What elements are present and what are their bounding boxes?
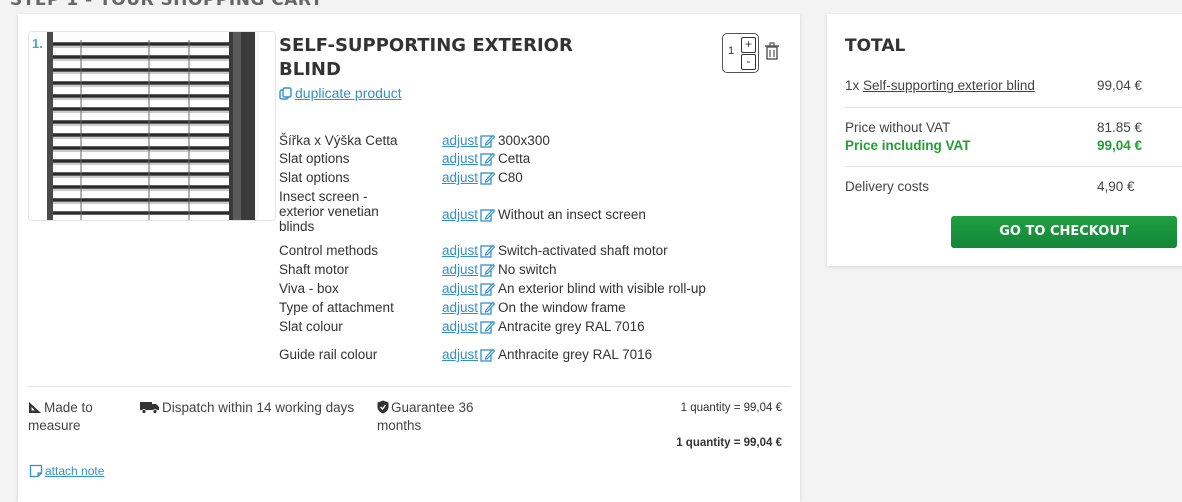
adjust-link[interactable]: adjust (442, 133, 478, 148)
line-product-link[interactable]: Self-supporting exterior blind (863, 78, 1035, 93)
adjust-link[interactable]: adjust (442, 347, 478, 362)
spec-value: No switch (498, 262, 557, 277)
edit-icon[interactable] (480, 152, 496, 166)
page-heading: STEP 1 - YOUR SHOPPING CART (10, 0, 323, 10)
feature-made-to-measure: Made to measure (28, 399, 138, 435)
spec-value: Antracite grey RAL 7016 (498, 319, 645, 334)
attach-note-label: attach note (45, 464, 105, 478)
spec-label: Slat colour (279, 319, 343, 334)
copy-icon (279, 86, 292, 100)
edit-icon[interactable] (480, 320, 496, 334)
edit-icon[interactable] (480, 282, 496, 296)
spec-value: Cetta (498, 151, 531, 166)
edit-icon[interactable] (480, 208, 496, 222)
adjust-link[interactable]: adjust (442, 281, 478, 296)
checkout-button[interactable]: GO TO CHECKOUT (951, 216, 1177, 248)
spec-value: An exterior blind with visible roll-up (498, 281, 706, 296)
spec-value: C80 (498, 170, 523, 185)
edit-icon[interactable] (480, 301, 496, 315)
spec-value: Switch-activated shaft motor (498, 243, 668, 258)
item-index: 1. (32, 36, 43, 51)
adjust-link[interactable]: adjust (442, 207, 478, 222)
note-icon (29, 464, 43, 478)
spec-value: Anthracite grey RAL 7016 (498, 347, 653, 362)
spec-value: Without an insect screen (498, 207, 646, 222)
quantity-value[interactable]: 1 (728, 45, 734, 57)
ruler-icon (29, 402, 41, 413)
truck-icon (140, 402, 159, 414)
adjust-link[interactable]: adjust (442, 151, 478, 166)
spec-value: 300x300 (498, 133, 550, 148)
duplicate-product-label: duplicate product (295, 85, 402, 101)
line-quantity: 1x (845, 78, 860, 93)
spec-label: Control methods (279, 243, 379, 258)
summary-divider (845, 107, 1182, 108)
summary-delivery: Delivery costs 4,90 € (845, 179, 1177, 194)
summary-line-item: 1x Self-supporting exterior blind 99,04 … (845, 78, 1177, 93)
spec-label: Guide rail colour (279, 347, 378, 362)
spec-label: Slat options (279, 151, 350, 166)
price-with-vat-label: Price including VAT (845, 138, 971, 153)
line-price: 99,04 € (1097, 78, 1143, 93)
feature-dispatch: Dispatch within 14 working days (140, 399, 360, 417)
delivery-label: Delivery costs (845, 179, 930, 194)
adjust-link[interactable]: adjust (442, 243, 478, 258)
duplicate-product-link[interactable]: duplicate product (279, 85, 402, 101)
order-summary: TOTAL 1x Self-supporting exterior blind … (827, 14, 1182, 266)
cart-item-card: 1. SELF-SUPPORTING EXTERIOR BLIND duplic… (18, 14, 800, 502)
spec-label: Šířka x Výška Cetta (279, 133, 398, 148)
edit-icon[interactable] (480, 171, 496, 185)
summary-price-without-vat: Price without VAT 81.85 € (845, 120, 1177, 135)
spec-label: Type of attachment (279, 300, 394, 315)
product-title: SELF-SUPPORTING EXTERIOR BLIND (279, 35, 573, 80)
unit-price: 1 quantity = 99,04 € (680, 402, 782, 414)
trash-icon[interactable] (764, 42, 780, 60)
price-with-vat-value: 99,04 € (1097, 138, 1143, 153)
quantity-stepper[interactable]: 1 + - (722, 33, 759, 73)
quantity-increase-button[interactable]: + (741, 37, 756, 53)
adjust-link[interactable]: adjust (442, 319, 478, 334)
spec-label: Shaft motor (279, 262, 349, 277)
spec-value: On the window frame (498, 300, 626, 315)
card-divider (28, 386, 790, 387)
feature-label: Dispatch within 14 working days (162, 400, 355, 415)
edit-icon[interactable] (480, 244, 496, 258)
feature-guarantee: Guarantee 36 months (377, 399, 512, 435)
product-image (28, 31, 276, 221)
adjust-link[interactable]: adjust (442, 170, 478, 185)
adjust-link[interactable]: adjust (442, 300, 478, 315)
summary-divider (845, 166, 1182, 167)
price-without-vat-value: 81.85 € (1097, 120, 1143, 135)
spec-label: Slat options (279, 170, 350, 185)
edit-icon[interactable] (480, 263, 496, 277)
delivery-value: 4,90 € (1097, 179, 1135, 194)
summary-title: TOTAL (845, 36, 906, 56)
feature-label: Guarantee 36 months (377, 400, 474, 433)
shield-icon (377, 400, 389, 414)
price-without-vat-label: Price without VAT (845, 120, 951, 135)
adjust-link[interactable]: adjust (442, 262, 478, 277)
edit-icon[interactable] (480, 134, 496, 148)
attach-note-link[interactable]: attach note (29, 464, 104, 478)
spec-label: Viva - box (279, 281, 339, 296)
spec-label: Insect screen - exterior venetian blinds (279, 189, 379, 234)
edit-icon[interactable] (480, 348, 496, 362)
total-price: 1 quantity = 99,04 € (676, 437, 782, 449)
quantity-decrease-button[interactable]: - (741, 54, 756, 70)
summary-price-with-vat: Price including VAT 99,04 € (845, 138, 1177, 153)
